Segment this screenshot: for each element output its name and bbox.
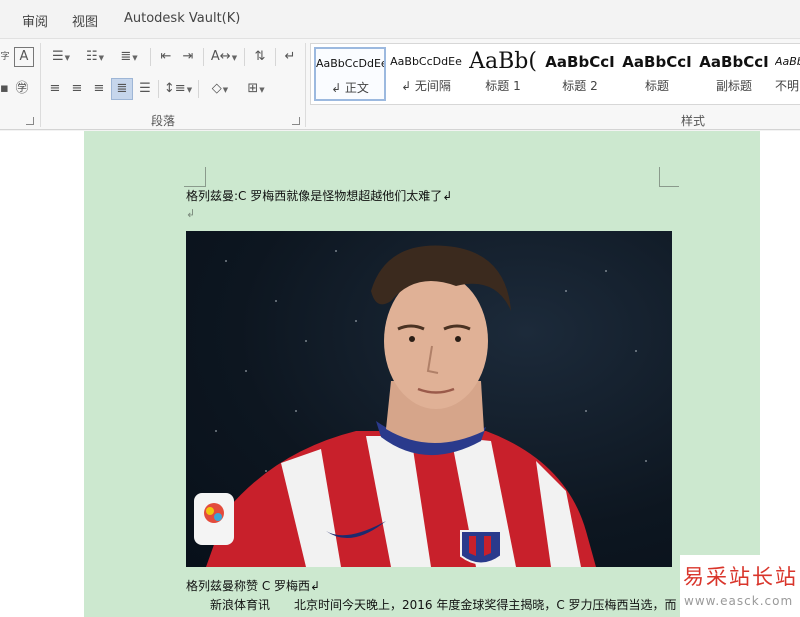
style-title[interactable]: AaBbCcI 标题 [621,47,693,101]
group-separator [40,43,41,127]
tab-autodesk-vault[interactable]: Autodesk Vault(K) [124,11,240,26]
increase-indent-icon[interactable]: ⇥ [178,47,198,67]
football-player-image [194,245,647,567]
ribbon: 字 A ▪ ㊫ ☰▼ ☷▼ ≣▼ ⇤ ⇥ A↔▼ ⇅ ↵ ≡ ≡ ≡ ≣ ☰ ↕… [0,38,800,130]
decrease-indent-icon[interactable]: ⇤ [156,47,176,67]
margin-marker-top-right [659,167,679,187]
image-caption[interactable]: 格列兹曼称赞 C 罗梅西↲ [186,577,320,594]
style-heading-1[interactable]: AaBb( 标题 1 [467,47,539,101]
watermark-url: www.easck.com [684,594,794,608]
bullets-icon[interactable]: ☰▼ [46,47,76,68]
style-heading-2[interactable]: AaBbCcI 标题 2 [544,47,616,101]
shading-icon[interactable]: ◇▼ [204,79,236,100]
font-dialog-launcher-icon[interactable] [26,117,34,125]
style-subtitle[interactable]: AaBbCcI 副标题 [698,47,770,101]
ribbon-tab-bar: 审阅 视图 Autodesk Vault(K) [0,0,800,38]
phonetic-guide-icon[interactable]: 字 [0,47,10,67]
styles-gallery: AaBbCcDdEe ↲ 正文 AaBbCcDdEe ↲ 无间隔 AaBb( 标… [310,43,800,105]
distributed-icon[interactable]: ☰ [136,79,154,99]
borders-icon[interactable]: ⊞▼ [240,79,272,100]
align-center-icon[interactable]: ≡ [68,79,86,99]
numbering-icon[interactable]: ☷▼ [80,47,110,68]
document-area: 格列兹曼:C 罗梅西就像是怪物想超越他们太难了↲ ↲ 格列兹曼称赞 C 罗梅西↲… [0,131,800,617]
margin-marker-top-left [184,167,206,187]
watermark-name: 易采站长站 [683,565,798,589]
document-title-line[interactable]: 格列兹曼:C 罗梅西就像是怪物想超越他们太难了↲ [186,187,452,204]
character-border-icon[interactable]: A [14,47,34,67]
style-normal[interactable]: AaBbCcDdEe ↲ 正文 [314,47,386,101]
paragraph-mark: ↲ [186,207,196,220]
align-left-icon[interactable]: ≡ [46,79,64,99]
article-photo[interactable] [186,231,672,567]
paragraph-group-label: 段落 [151,114,176,128]
group-separator [305,43,306,127]
multilevel-list-icon[interactable]: ≣▼ [114,47,144,68]
tab-review[interactable]: 审阅 [22,11,48,30]
enclose-character-icon[interactable]: ㊫ [12,79,32,99]
show-marks-icon[interactable]: ↵ [280,47,300,67]
styles-group-label: 样式 [681,114,706,128]
line-spacing-icon[interactable]: ↕≡▼ [163,79,193,100]
font-color-partial-icon[interactable]: ▪ [0,79,9,99]
chinese-layout-icon[interactable]: A↔▼ [208,47,240,68]
site-watermark: 易采站长站 www.easck.com [680,555,800,617]
tab-view[interactable]: 视图 [72,11,98,30]
align-right-icon[interactable]: ≡ [90,79,108,99]
sort-icon[interactable]: ⇅ [250,47,270,67]
style-subtle-emphasis[interactable]: AaBb 不明 [775,47,800,101]
style-no-spacing[interactable]: AaBbCcDdEe ↲ 无间隔 [390,47,462,101]
paragraph-dialog-launcher-icon[interactable] [292,117,300,125]
document-page[interactable]: 格列兹曼:C 罗梅西就像是怪物想超越他们太难了↲ ↲ 格列兹曼称赞 C 罗梅西↲… [84,131,760,617]
article-body-line[interactable]: 新浪体育讯 北京时间今天晚上，2016 年度金球奖得主揭晓，C 罗力压梅西当选，… [210,596,677,613]
justify-icon[interactable]: ≣ [111,78,133,100]
